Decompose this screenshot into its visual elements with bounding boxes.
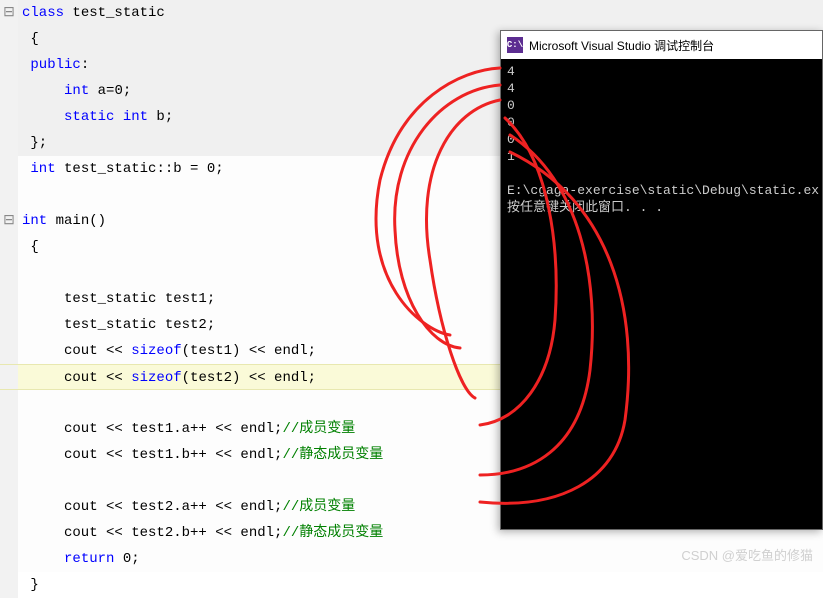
code-content: };: [18, 130, 47, 156]
code-content: int a=0;: [18, 78, 131, 104]
fold-gutter: [0, 104, 18, 130]
code-content: test_static test1;: [18, 286, 215, 312]
code-content: }: [18, 572, 39, 598]
code-content: cout << sizeof(test2) << endl;: [18, 365, 316, 389]
console-titlebar[interactable]: C:\ Microsoft Visual Studio 调试控制台: [501, 31, 822, 59]
code-content: int main(): [18, 208, 106, 234]
console-window[interactable]: C:\ Microsoft Visual Studio 调试控制台 4 4 0 …: [500, 30, 823, 530]
fold-gutter: [0, 26, 18, 52]
fold-gutter: [0, 572, 18, 598]
fold-gutter: [0, 286, 18, 312]
fold-gutter: [0, 442, 18, 468]
fold-gutter: [0, 234, 18, 260]
fold-gutter: [0, 182, 18, 208]
code-content: cout << sizeof(test1) << endl;: [18, 338, 316, 364]
code-content: [18, 260, 22, 286]
fold-gutter: [0, 390, 18, 416]
code-content: return 0;: [18, 546, 140, 572]
code-content: cout << test1.a++ << endl;//成员变量: [18, 416, 355, 442]
code-content: static int b;: [18, 104, 173, 130]
fold-gutter: [0, 520, 18, 546]
fold-gutter: [0, 312, 18, 338]
code-content: cout << test2.a++ << endl;//成员变量: [18, 494, 355, 520]
code-content: {: [18, 26, 39, 52]
code-content: int test_static::b = 0;: [18, 156, 224, 182]
code-line[interactable]: ⊟class test_static: [0, 0, 823, 26]
fold-gutter: [0, 468, 18, 494]
code-content: public:: [18, 52, 89, 78]
fold-gutter: [0, 156, 18, 182]
watermark: CSDN @爱吃鱼的修猫: [681, 545, 813, 564]
code-content: {: [18, 234, 39, 260]
console-title: Microsoft Visual Studio 调试控制台: [529, 37, 714, 54]
fold-gutter[interactable]: ⊟: [0, 208, 18, 234]
code-line[interactable]: }: [0, 572, 823, 598]
fold-gutter: [0, 130, 18, 156]
fold-gutter: [0, 546, 18, 572]
code-content: cout << test2.b++ << endl;//静态成员变量: [18, 520, 383, 546]
fold-gutter: [0, 78, 18, 104]
code-content: cout << test1.b++ << endl;//静态成员变量: [18, 442, 383, 468]
code-content: test_static test2;: [18, 312, 215, 338]
fold-gutter: [0, 338, 18, 364]
vs-icon: C:\: [507, 37, 523, 53]
fold-gutter: [0, 52, 18, 78]
fold-gutter: [0, 416, 18, 442]
code-content: [18, 390, 22, 416]
fold-gutter[interactable]: ⊟: [0, 0, 18, 26]
code-content: [18, 182, 22, 208]
fold-gutter: [0, 365, 18, 389]
code-content: [18, 468, 22, 494]
code-content: class test_static: [18, 0, 165, 26]
fold-gutter: [0, 494, 18, 520]
fold-gutter: [0, 260, 18, 286]
console-output: 4 4 0 0 0 1 E:\cgaga-exercise\static\Deb…: [501, 59, 822, 220]
